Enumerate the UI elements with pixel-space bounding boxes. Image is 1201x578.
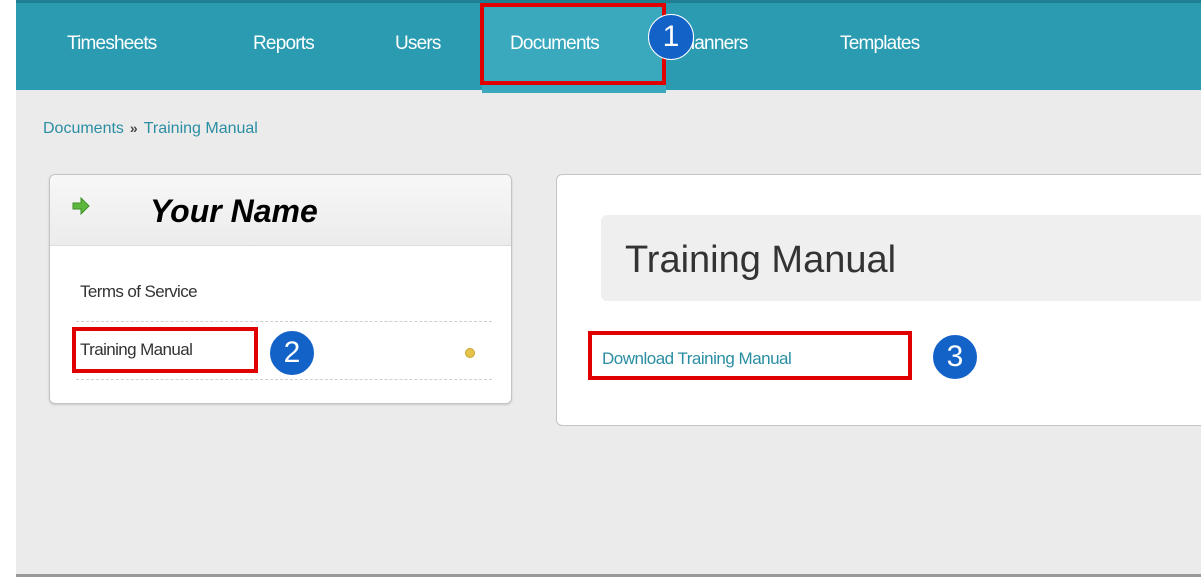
step-badge-2: 2 — [269, 330, 315, 376]
app-frame: Timesheets Reports Users Documents Plann… — [16, 0, 1201, 577]
sidebar-item-terms-of-service[interactable]: Terms of Service — [80, 282, 198, 302]
breadcrumb-current[interactable]: Training Manual — [144, 120, 258, 137]
document-content-panel: Training Manual Download Training Manual — [556, 174, 1201, 426]
highlight-box-training-manual — [72, 327, 258, 373]
highlight-box-download — [588, 331, 912, 380]
panel-title: Your Name — [150, 193, 318, 229]
step-badge-1: 1 — [648, 14, 694, 60]
title-box: Training Manual — [601, 215, 1201, 301]
breadcrumb-documents-link[interactable]: Documents — [43, 120, 124, 137]
breadcrumb-separator: » — [129, 120, 138, 136]
divider — [76, 379, 492, 380]
active-item-dot-icon — [465, 348, 475, 358]
panel-header: Your Name — [50, 175, 511, 246]
page-title: Training Manual — [625, 239, 897, 281]
nav-reports[interactable]: Reports — [253, 33, 315, 55]
arrow-right-icon[interactable] — [72, 197, 90, 215]
highlight-box-documents — [480, 3, 666, 85]
step-badge-3: 3 — [932, 334, 978, 380]
breadcrumb: Documents » Training Manual — [43, 120, 258, 138]
nav-timesheets[interactable]: Timesheets — [67, 33, 157, 55]
nav-users[interactable]: Users — [395, 33, 441, 55]
nav-templates[interactable]: Templates — [840, 33, 920, 55]
divider — [76, 321, 492, 322]
